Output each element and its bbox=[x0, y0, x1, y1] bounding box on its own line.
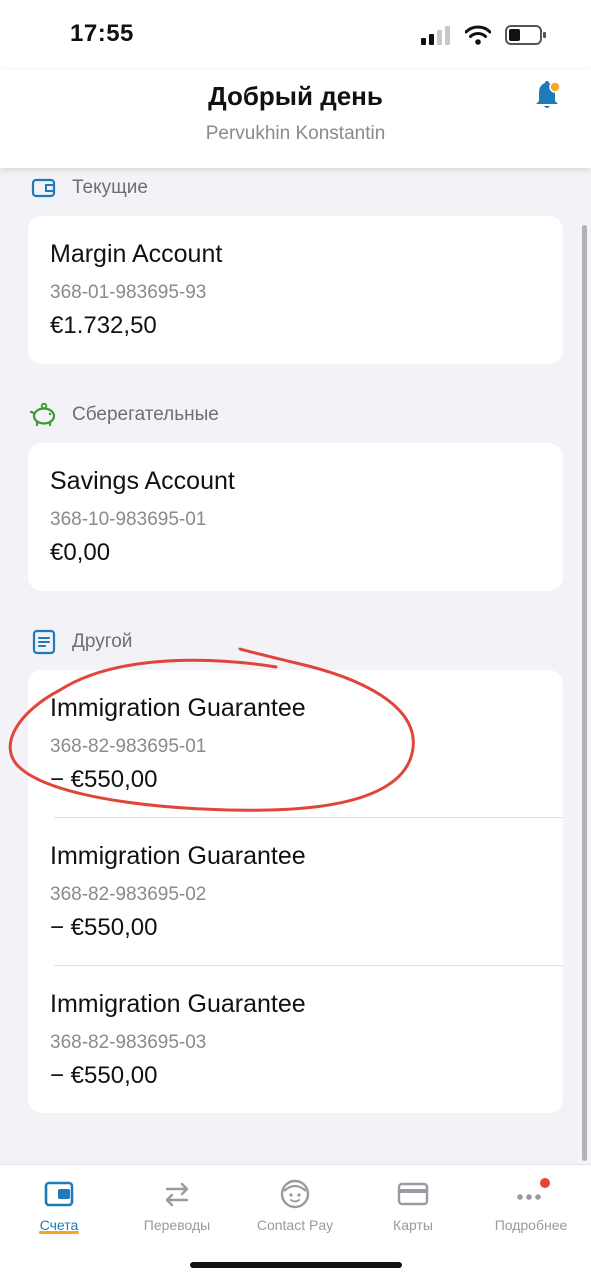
account-card-savings: Savings Account 368-10-983695-01 €0,00 bbox=[28, 443, 563, 591]
header: Добрый день Pervukhin Konstantin bbox=[0, 70, 591, 168]
account-number: 368-82-983695-03 bbox=[50, 1032, 207, 1053]
notification-dot bbox=[540, 1178, 550, 1188]
account-number: 368-01-983695-93 bbox=[50, 282, 207, 303]
battery-icon bbox=[505, 25, 546, 45]
user-name: Pervukhin Konstantin bbox=[205, 123, 386, 144]
scrollbar[interactable] bbox=[582, 225, 587, 1161]
account-balance: − €550,00 bbox=[50, 1062, 158, 1089]
transfer-arrows-icon bbox=[118, 1177, 236, 1211]
cellular-signal-icon bbox=[421, 26, 450, 45]
notification-bell-icon[interactable] bbox=[533, 80, 561, 112]
account-name: Margin Account bbox=[50, 240, 223, 268]
account-item[interactable]: Immigration Guarantee 368-82-983695-01 −… bbox=[28, 670, 563, 818]
tab-accounts[interactable]: Счета bbox=[0, 1177, 118, 1233]
contact-pay-icon bbox=[236, 1177, 354, 1211]
account-number: 368-82-983695-01 bbox=[50, 736, 207, 757]
accounts-icon bbox=[0, 1177, 118, 1211]
section-label: Сберегательные bbox=[72, 404, 219, 425]
greeting-title: Добрый день bbox=[208, 81, 383, 111]
tab-contact-pay[interactable]: Contact Pay bbox=[236, 1177, 354, 1233]
section-header-other: Другой bbox=[30, 627, 132, 657]
status-bar: 17:55 bbox=[0, 0, 591, 70]
account-item[interactable]: Margin Account 368-01-983695-93 €1.732,5… bbox=[28, 216, 563, 364]
tab-label: Карты bbox=[393, 1217, 433, 1233]
account-balance: €1.732,50 bbox=[50, 312, 157, 339]
status-time: 17:55 bbox=[70, 20, 134, 47]
home-indicator[interactable] bbox=[190, 1262, 402, 1268]
account-name: Immigration Guarantee bbox=[50, 694, 306, 722]
wallet-icon bbox=[30, 174, 58, 202]
tab-more[interactable]: Подробнее bbox=[472, 1177, 590, 1233]
active-tab-indicator bbox=[39, 1231, 79, 1234]
account-name: Savings Account bbox=[50, 467, 235, 495]
section-header-current: Текущие bbox=[30, 173, 148, 203]
account-item[interactable]: Savings Account 368-10-983695-01 €0,00 bbox=[28, 443, 563, 591]
account-item[interactable]: Immigration Guarantee 368-82-983695-02 −… bbox=[28, 818, 563, 966]
account-balance: − €550,00 bbox=[50, 914, 158, 941]
account-balance: €0,00 bbox=[50, 539, 111, 566]
account-card-other: Immigration Guarantee 368-82-983695-01 −… bbox=[28, 670, 563, 1113]
status-icons bbox=[421, 24, 547, 46]
section-label: Другой bbox=[72, 631, 133, 652]
account-card-current: Margin Account 368-01-983695-93 €1.732,5… bbox=[28, 216, 563, 364]
wifi-icon bbox=[465, 25, 491, 45]
account-number: 368-82-983695-02 bbox=[50, 884, 207, 905]
section-label: Текущие bbox=[72, 177, 148, 198]
tab-cards[interactable]: Карты bbox=[354, 1177, 472, 1233]
card-icon bbox=[354, 1177, 472, 1211]
tab-label: Подробнее bbox=[494, 1217, 568, 1233]
account-number: 368-10-983695-01 bbox=[50, 509, 207, 530]
account-name: Immigration Guarantee bbox=[50, 842, 306, 870]
section-header-savings: Сберегательные bbox=[30, 400, 219, 430]
piggy-bank-icon bbox=[30, 401, 58, 429]
accounts-list[interactable]: Текущие Margin Account 368-01-983695-93 … bbox=[0, 168, 591, 1164]
document-icon bbox=[30, 628, 58, 656]
more-dots-icon bbox=[472, 1177, 590, 1211]
tab-transfers[interactable]: Переводы bbox=[118, 1177, 236, 1233]
account-balance: − €550,00 bbox=[50, 766, 158, 793]
account-name: Immigration Guarantee bbox=[50, 990, 306, 1018]
tab-label: Переводы bbox=[143, 1217, 211, 1233]
account-item[interactable]: Immigration Guarantee 368-82-983695-03 −… bbox=[28, 966, 563, 1114]
tab-label: Contact Pay bbox=[256, 1217, 334, 1233]
